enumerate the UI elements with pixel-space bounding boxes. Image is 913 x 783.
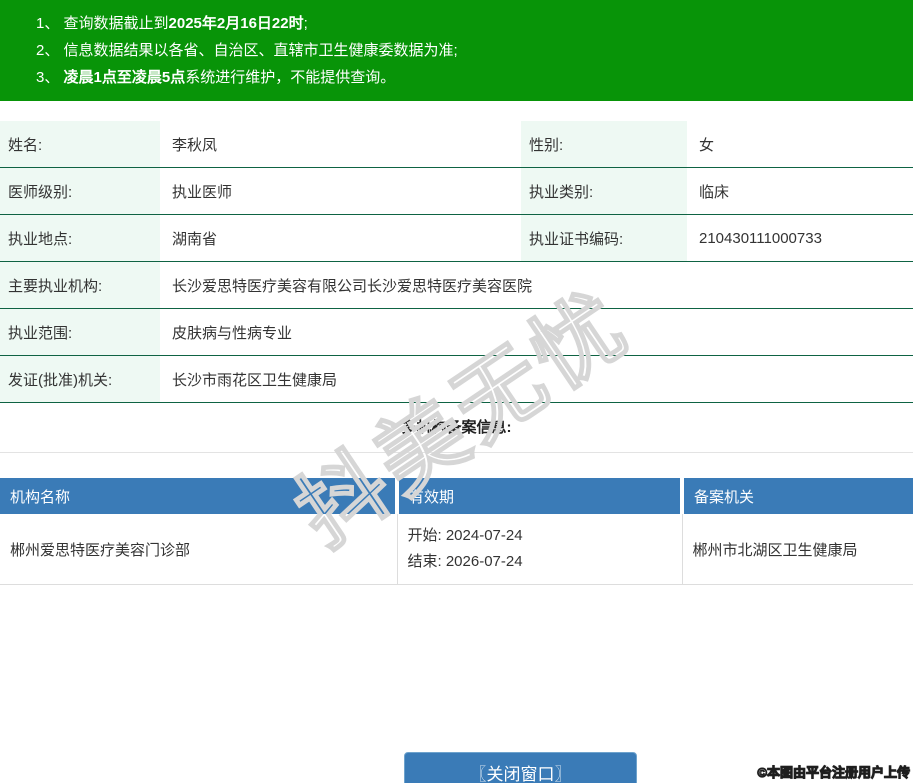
practice-location-value: 湖南省 [160, 214, 521, 262]
practice-scope-label: 执业范围: [0, 308, 160, 356]
table-row: 执业地点: 湖南省 执业证书编码: 210430111000733 [0, 214, 913, 262]
record-authority-header: 备案机关 [682, 478, 913, 514]
certificate-number-label: 执业证书编码: [521, 214, 687, 262]
validity-end-line: 结束: 2026-07-24 [408, 549, 682, 575]
multi-institution-record-table: 机构名称 有效期 备案机关 郴州爱思特医疗美容门诊部 开始: 2024-07-2… [0, 478, 913, 585]
table-row: 医师级别: 执业医师 执业类别: 临床 [0, 167, 913, 215]
query-result-page: 1、 查询数据截止到2025年2月16日22时; 2、 信息数据结果以各省、自治… [0, 0, 913, 783]
record-header-row: 机构名称 有效期 备案机关 [0, 478, 913, 514]
upload-stamp: ©本图由平台注册用户上传 [757, 765, 911, 781]
notice-line-3-number: 3、 [36, 69, 64, 86]
table-row: 执业范围: 皮肤病与性病专业 [0, 308, 913, 356]
validity-end-label: 结束: [407, 553, 442, 570]
main-institution-label: 主要执业机构: [0, 261, 160, 309]
physician-level-value: 执业医师 [160, 167, 521, 215]
notice-banner: 1、 查询数据截止到2025年2月16日22时; 2、 信息数据结果以各省、自治… [0, 0, 913, 101]
institution-name-header: 机构名称 [0, 478, 399, 514]
validity-start-label: 开始: [407, 527, 442, 544]
table-row: 发证(批准)机关: 长沙市雨花区卫生健康局 [0, 355, 913, 403]
name-value: 李秋凤 [160, 121, 521, 168]
multi-institution-section-title: 多机构备案信息: [401, 419, 512, 436]
practice-scope-value: 皮肤病与性病专业 [160, 308, 913, 356]
issuing-authority-value: 长沙市雨花区卫生健康局 [160, 355, 913, 403]
name-label: 姓名: [0, 121, 160, 168]
notice-line-2-text: 信息数据结果以各省、自治区、直辖市卫生健康委数据为准; [63, 42, 458, 59]
validity-period-header: 有效期 [397, 478, 684, 514]
record-data-row: 郴州爱思特医疗美容门诊部 开始: 2024-07-24 结束: 2026-07-… [0, 514, 913, 585]
practice-location-label: 执业地点: [0, 214, 160, 262]
gender-value: 女 [687, 121, 913, 168]
table-row: 主要执业机构: 长沙爱思特医疗美容有限公司长沙爱思特医疗美容医院 [0, 261, 913, 309]
table-row: 姓名: 李秋凤 性别: 女 [0, 121, 913, 168]
physician-level-label: 医师级别: [0, 167, 160, 215]
gender-label: 性别: [521, 121, 687, 168]
issuing-authority-label: 发证(批准)机关: [0, 355, 160, 403]
record-authority-value: 郴州市北湖区卫生健康局 [682, 514, 913, 585]
validity-end-date: 2026-07-24 [445, 553, 523, 570]
main-institution-value: 长沙爱思特医疗美容有限公司长沙爱思特医疗美容医院 [160, 261, 913, 309]
notice-line-2: 2、 信息数据结果以各省、自治区、直辖市卫生健康委数据为准; [36, 37, 903, 64]
certificate-number-value: 210430111000733 [687, 214, 913, 262]
notice-line-1: 1、 查询数据截止到2025年2月16日22时; [36, 10, 903, 37]
notice-line-3-bold: 凌晨1点至凌晨5点 [63, 69, 186, 86]
practitioner-info-table: 姓名: 李秋凤 性别: 女 医师级别: 执业医师 执业类别: 临床 执业地点: … [0, 121, 913, 403]
validity-start-line: 开始: 2024-07-24 [408, 523, 682, 549]
notice-line-2-number: 2、 [36, 42, 64, 59]
institution-name-value: 郴州爱思特医疗美容门诊部 [0, 514, 398, 585]
notice-line-1-suffix: ; [303, 15, 308, 32]
validity-period-value: 开始: 2024-07-24 结束: 2026-07-24 [397, 514, 683, 585]
notice-line-3: 3、 凌晨1点至凌晨5点系统进行维护，不能提供查询。 [36, 64, 903, 91]
practice-category-label: 执业类别: [521, 167, 687, 215]
close-window-button[interactable]: 〖关闭窗口〗 [404, 752, 637, 783]
notice-line-1-bold: 2025年2月16日22时 [168, 15, 304, 32]
practice-category-value: 临床 [687, 167, 913, 215]
notice-line-1-number: 1、 [36, 15, 64, 32]
section-divider [0, 452, 913, 453]
validity-start-date: 2024-07-24 [445, 527, 523, 544]
notice-line-3-suffix: 系统进行维护，不能提供查询。 [185, 69, 396, 86]
notice-line-1-text: 查询数据截止到 [63, 15, 169, 32]
